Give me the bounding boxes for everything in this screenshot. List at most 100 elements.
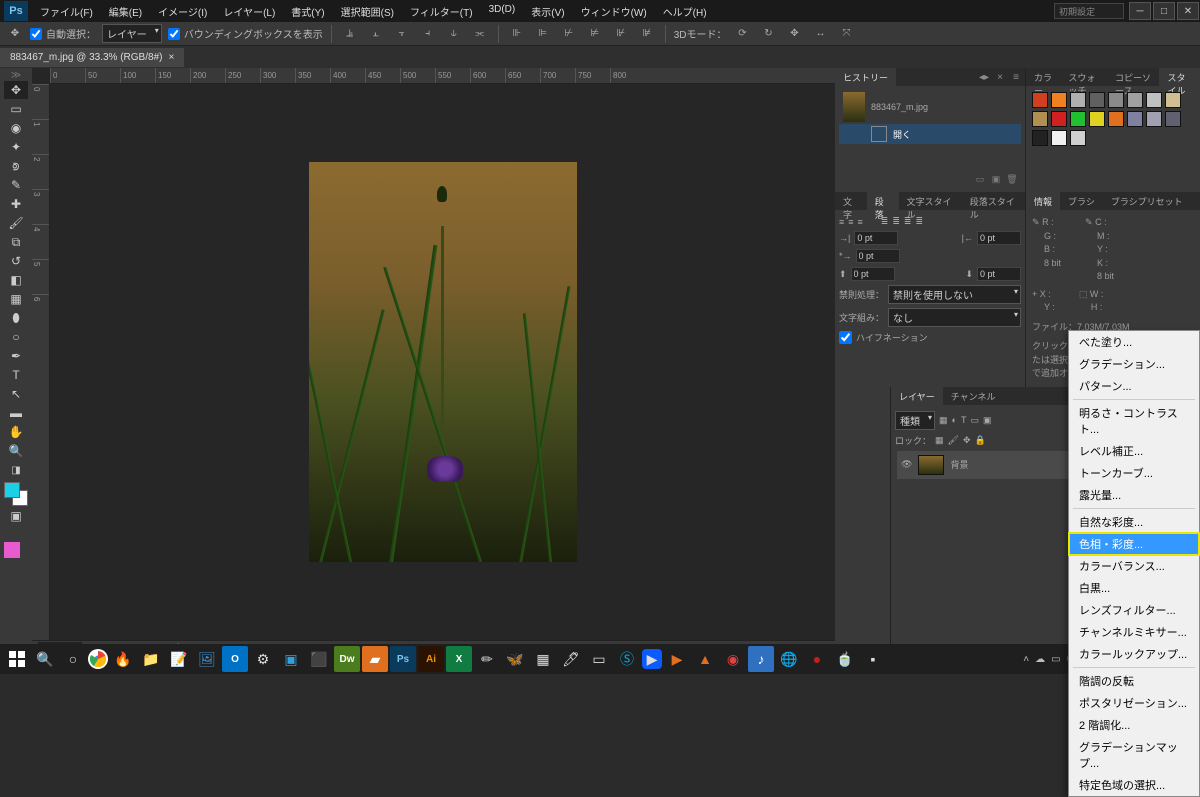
ctx-グラデーションマップ[interactable]: グラデーションマップ... (1069, 736, 1199, 774)
dreamweaver-icon[interactable]: Dw (334, 646, 360, 672)
type-tool[interactable]: T (4, 366, 28, 384)
firefox-icon[interactable]: 🔥 (110, 646, 136, 672)
settings-icon[interactable]: ⚙ (250, 646, 276, 672)
ctx-明るさコントラスト[interactable]: 明るさ・コントラスト... (1069, 402, 1199, 440)
magic-wand-tool[interactable]: ✦ (4, 138, 28, 156)
tab-layers[interactable]: レイヤー (891, 387, 943, 405)
tab-parastyle[interactable]: 段落スタイル (962, 192, 1025, 210)
filter-shape-icon[interactable]: ▭ (970, 415, 979, 426)
sublime-icon[interactable]: ▰ (362, 646, 388, 672)
filter-pixel-icon[interactable]: ▦ (939, 415, 948, 426)
ctx-べた塗り[interactable]: べた塗り... (1069, 331, 1199, 353)
outlook-icon[interactable]: O (222, 646, 248, 672)
style-swatch[interactable] (1089, 111, 1105, 127)
show-bbox-check[interactable] (168, 28, 180, 40)
history-snapshot[interactable]: 883467_m.jpg (839, 90, 1021, 124)
tab-brush[interactable]: ブラシ (1060, 192, 1103, 210)
panel-menu-icon[interactable]: ≡ (1009, 70, 1023, 84)
tab-charstyle[interactable]: 文字スタイル (899, 192, 962, 210)
ruler-vertical[interactable]: 0123456 (32, 84, 50, 640)
app2-icon[interactable]: ✏ (474, 646, 500, 672)
toolbox-grip[interactable]: ≫ (4, 70, 28, 80)
menu-view[interactable]: 表示(V) (523, 0, 572, 23)
dodge-tool[interactable]: ○ (4, 328, 28, 346)
ctx-自然な彩度[interactable]: 自然な彩度... (1069, 511, 1199, 533)
style-swatch[interactable] (1146, 92, 1162, 108)
music-icon[interactable]: ♪ (748, 646, 774, 672)
align-right-icon[interactable]: ⫘ (470, 24, 490, 44)
photoshop-icon[interactable]: Ps (390, 646, 416, 672)
style-swatch[interactable] (1051, 92, 1067, 108)
ruler-horizontal[interactable]: 0501001502002503003504004505005506006507… (50, 68, 835, 84)
ctx-ポスタリゼーション[interactable]: ポスタリゼーション... (1069, 692, 1199, 714)
tab-history[interactable]: ヒストリー (835, 68, 896, 86)
lock-move-icon[interactable]: ✥ (963, 435, 971, 446)
eyedropper-tool[interactable]: ✎ (4, 176, 28, 194)
tab-copysrc[interactable]: コピーソース (1107, 68, 1159, 86)
3d-rotate-icon[interactable]: ⟳ (733, 24, 753, 44)
tab-color[interactable]: カラー (1026, 68, 1060, 86)
filter-smart-icon[interactable]: ▣ (983, 415, 992, 426)
healing-tool[interactable]: ✚ (4, 195, 28, 213)
dist-top-icon[interactable]: ⊪ (507, 24, 527, 44)
style-swatch[interactable] (1032, 130, 1048, 146)
forbidden-select[interactable]: 禁則を使用しない (888, 285, 1021, 304)
path-tool[interactable]: ↖ (4, 385, 28, 403)
ctx-グラデーション[interactable]: グラデーション... (1069, 353, 1199, 375)
ctx-色相彩度[interactable]: 色相・彩度... (1069, 533, 1199, 555)
dist-hcenter-icon[interactable]: ⊮ (611, 24, 631, 44)
layer-filter-select[interactable]: 種類 (895, 411, 935, 430)
first-indent-field[interactable] (856, 249, 900, 263)
3d-slide-icon[interactable]: ↔ (811, 24, 831, 44)
app4-icon[interactable]: 🖊 (558, 646, 584, 672)
space-after-field[interactable] (977, 267, 1021, 281)
tab-info[interactable]: 情報 (1026, 192, 1060, 210)
tab-channels[interactable]: チャンネル (943, 387, 1004, 405)
tray-cloud-icon[interactable]: ☁ (1035, 654, 1045, 665)
filter-type-icon[interactable]: T (961, 415, 967, 425)
ctx-白黒[interactable]: 白黒... (1069, 577, 1199, 599)
lock-brush-icon[interactable]: 🖌 (948, 435, 959, 446)
app3-icon[interactable]: ▦ (530, 646, 556, 672)
style-swatch[interactable] (1108, 92, 1124, 108)
tab-styles[interactable]: スタイル (1159, 68, 1200, 86)
3d-roll-icon[interactable]: ↻ (759, 24, 779, 44)
ctx-レベル補正[interactable]: レベル補正... (1069, 440, 1199, 462)
style-swatch[interactable] (1070, 92, 1086, 108)
globe-icon[interactable]: 🌐 (776, 646, 802, 672)
space-before-field[interactable] (851, 267, 895, 281)
trash-icon[interactable]: 🗑 (1005, 172, 1019, 186)
history-step[interactable]: 開く (839, 124, 1021, 144)
ctx-特定色域の選択[interactable]: 特定色域の選択... (1069, 774, 1199, 796)
excel-icon[interactable]: X (446, 646, 472, 672)
canvas[interactable] (50, 84, 835, 640)
tab-para[interactable]: 段落 (867, 192, 899, 210)
blur-tool[interactable]: ⬮ (4, 309, 28, 327)
ctx-露光量[interactable]: 露光量... (1069, 484, 1199, 506)
tab-close-icon[interactable]: × (168, 52, 174, 63)
style-swatch[interactable] (1032, 92, 1048, 108)
menu-filter[interactable]: フィルター(T) (402, 0, 481, 23)
tab-swatches[interactable]: スウォッチ (1060, 68, 1107, 86)
record-icon[interactable]: ● (804, 646, 830, 672)
menu-image[interactable]: イメージ(I) (150, 0, 215, 23)
ctx-トーンカーブ[interactable]: トーンカーブ... (1069, 462, 1199, 484)
justify-all-icon[interactable]: ≣ (915, 216, 923, 227)
tab-brushpreset[interactable]: ブラシプリセット (1103, 192, 1191, 210)
style-swatch[interactable] (1051, 130, 1067, 146)
justify-left-icon[interactable]: ≣ (881, 216, 889, 227)
ctx-パターン[interactable]: パターン... (1069, 375, 1199, 397)
default-colors-icon[interactable]: ◨ (4, 461, 28, 479)
ctx-2階調化[interactable]: 2 階調化... (1069, 714, 1199, 736)
lock-all-icon[interactable]: 🔒 (975, 435, 986, 446)
dist-vcenter-icon[interactable]: ⊫ (533, 24, 553, 44)
minimize-button[interactable]: ─ (1129, 2, 1151, 20)
vlc-icon[interactable]: ▲ (692, 646, 718, 672)
maximize-button[interactable]: □ (1153, 2, 1175, 20)
style-swatch[interactable] (1165, 92, 1181, 108)
align-top-icon[interactable]: ⫡ (340, 24, 360, 44)
align-hcenter-icon[interactable]: ⫝ (444, 24, 464, 44)
dist-left-icon[interactable]: ⊭ (585, 24, 605, 44)
dist-bottom-icon[interactable]: ⊬ (559, 24, 579, 44)
style-swatch[interactable] (1070, 130, 1086, 146)
